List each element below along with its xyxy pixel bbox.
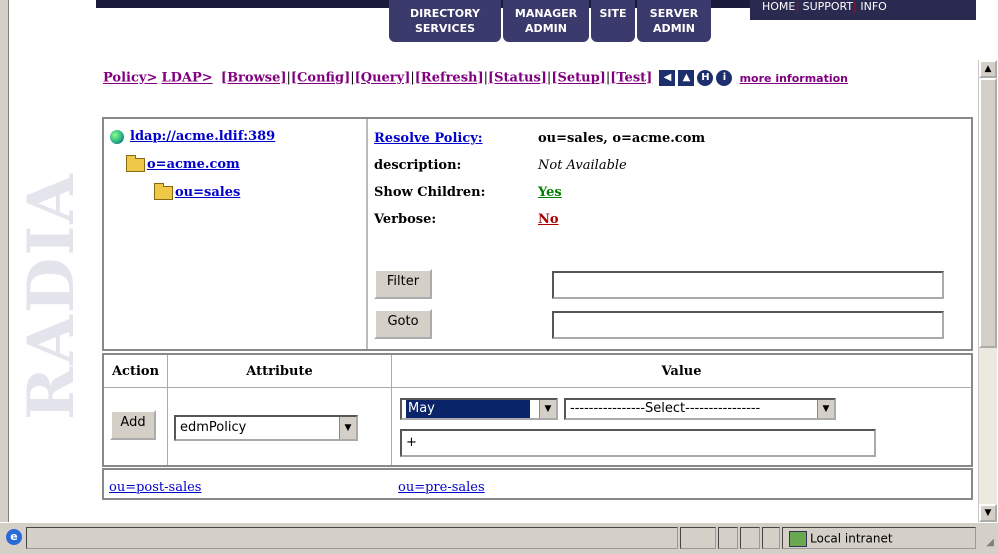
description-value: Not Available: [538, 158, 627, 173]
filter-button[interactable]: Filter: [374, 269, 432, 299]
nav-tab-label: MANAGER: [514, 7, 578, 20]
back-arrow-icon[interactable]: ◀: [659, 70, 676, 86]
status-link[interactable]: [Status]: [488, 71, 547, 86]
nav-tab-label: ADMIN: [653, 22, 695, 35]
child-links-row: ou=post-sales ou=pre-sales: [102, 468, 973, 500]
header-action: Action: [111, 364, 160, 379]
utility-links: HOME| SUPPORT| INFO: [750, 0, 976, 20]
attribute-select[interactable]: edmPolicy ▼: [174, 415, 358, 441]
filter-input[interactable]: [552, 271, 944, 299]
verbose-toggle[interactable]: No: [538, 212, 559, 227]
header-attribute: Attribute: [246, 364, 313, 379]
child-link-post-sales[interactable]: ou=post-sales: [109, 480, 201, 495]
scroll-down-icon[interactable]: ▼: [979, 504, 997, 522]
browse-link[interactable]: [Browse]: [221, 71, 287, 86]
up-arrow-icon[interactable]: ▲: [678, 70, 695, 86]
goto-input[interactable]: [552, 311, 944, 339]
query-link[interactable]: [Query]: [355, 71, 411, 86]
resize-grip-icon[interactable]: ◢: [986, 537, 994, 548]
value-select[interactable]: ----------------Select---------------- ▼: [564, 398, 836, 420]
breadcrumb-policy[interactable]: Policy>: [103, 71, 157, 86]
zone-panel: Local intranet: [782, 527, 976, 549]
status-panel: [762, 527, 780, 549]
status-text-panel: [26, 527, 678, 549]
nav-tab-directory-services[interactable]: DIRECTORY SERVICES: [389, 0, 501, 42]
header-value: Value: [661, 364, 702, 379]
intranet-zone-icon: [789, 531, 807, 547]
resolve-policy-link[interactable]: Resolve Policy:: [374, 131, 483, 146]
nav-tab-site[interactable]: SITE: [591, 0, 635, 42]
home-link[interactable]: HOME: [762, 0, 795, 13]
info-icon[interactable]: i: [716, 70, 733, 86]
show-children-label: Show Children:: [374, 185, 486, 200]
scroll-up-icon[interactable]: ▲: [979, 60, 997, 78]
more-information-link[interactable]: more information: [740, 72, 848, 85]
status-panel: [740, 527, 760, 549]
ie-page-icon: e: [6, 529, 22, 545]
goto-button[interactable]: Goto: [374, 309, 432, 339]
value-select-placeholder: ----------------Select----------------: [570, 401, 761, 416]
nav-tab-label: SERVER: [649, 7, 699, 20]
breadcrumb: Policy> LDAP> [Browse]|[Config]|[Query]|…: [103, 70, 848, 86]
nav-tab-label: SERVICES: [414, 22, 476, 35]
month-select[interactable]: May ▼: [400, 398, 558, 420]
status-bar: e Local intranet ◢: [0, 522, 998, 554]
vertical-scrollbar[interactable]: ▲ ▼: [978, 60, 997, 522]
tree-node-sales: ou=sales: [154, 182, 240, 200]
chevron-down-icon[interactable]: ▼: [339, 417, 356, 439]
resolve-policy-value: ou=sales, o=acme.com: [538, 131, 706, 146]
help-icon[interactable]: H: [697, 70, 714, 86]
description-label: description:: [374, 158, 462, 173]
nav-tab-label: DIRECTORY: [410, 7, 480, 20]
value-input[interactable]: +: [400, 429, 876, 457]
chevron-down-icon[interactable]: ▼: [539, 400, 556, 418]
setup-link[interactable]: [Setup]: [551, 71, 606, 86]
tree-link-sales[interactable]: ou=sales: [175, 185, 240, 200]
ldap-tree: ldap://acme.ldif:389 o=acme.com ou=sales: [104, 119, 368, 349]
info-link[interactable]: INFO: [860, 0, 886, 13]
test-link[interactable]: [Test]: [610, 71, 652, 86]
divider: [104, 387, 971, 388]
show-children-toggle[interactable]: Yes: [538, 185, 562, 200]
scrollbar-thumb[interactable]: [979, 78, 997, 348]
config-link[interactable]: [Config]: [291, 71, 350, 86]
support-link[interactable]: SUPPORT: [803, 0, 854, 13]
status-panel: [718, 527, 738, 549]
add-button[interactable]: Add: [110, 410, 156, 440]
ldap-panel: ldap://acme.ldif:389 o=acme.com ou=sales…: [102, 117, 973, 351]
folder-icon: [154, 182, 173, 200]
nav-tab-label: ADMIN: [525, 22, 567, 35]
attribute-select-value: edmPolicy: [180, 420, 247, 435]
tree-link-root[interactable]: ldap://acme.ldif:389: [130, 129, 275, 144]
folder-icon: [126, 154, 145, 172]
details-panel: Resolve Policy: ou=sales, o=acme.com des…: [368, 119, 971, 349]
attribute-table: Action Attribute Value Add edmPolicy ▼ M…: [102, 353, 973, 467]
status-panel: [680, 527, 716, 549]
tree-link-acme[interactable]: o=acme.com: [147, 157, 240, 172]
window-left-border: [0, 0, 9, 522]
refresh-link[interactable]: [Refresh]: [415, 71, 484, 86]
nav-tab-manager-admin[interactable]: MANAGER ADMIN: [503, 0, 589, 42]
zone-label: Local intranet: [810, 531, 893, 546]
tree-node-acme: o=acme.com: [126, 154, 240, 172]
globe-icon: [110, 129, 124, 144]
nav-tab-label: SITE: [599, 7, 627, 20]
tree-root: ldap://acme.ldif:389: [110, 129, 275, 144]
month-select-value: May: [406, 400, 530, 418]
child-link-pre-sales[interactable]: ou=pre-sales: [398, 480, 485, 495]
verbose-label: Verbose:: [374, 212, 437, 227]
nav-tab-server-admin[interactable]: SERVER ADMIN: [637, 0, 711, 42]
breadcrumb-ldap[interactable]: LDAP>: [161, 71, 212, 86]
chevron-down-icon[interactable]: ▼: [817, 400, 834, 418]
radia-watermark: RADIA: [14, 172, 89, 420]
